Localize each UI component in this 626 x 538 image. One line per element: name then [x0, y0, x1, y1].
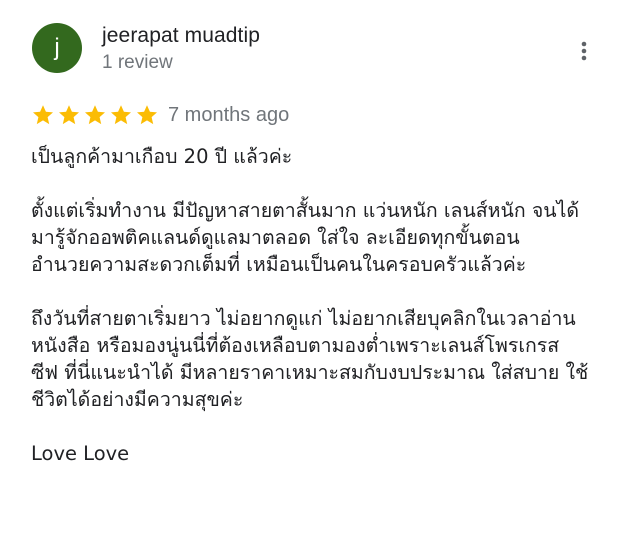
star-icon	[59, 105, 79, 125]
review-line: เป็นลูกค้ามาเกือบ 20 ปี แล้วค่ะ	[31, 145, 293, 168]
star-icon	[85, 105, 105, 125]
review-card: j jeerapat muadtip 1 review 7 months ago…	[0, 0, 626, 538]
star-rating	[31, 103, 159, 127]
star-icon	[111, 105, 131, 125]
reviewer-name[interactable]: jeerapat muadtip	[102, 24, 260, 48]
review-paragraph: ถึงวันที่สายตาเริ่มยาว ไม่อยากดูแก่ ไม่อ…	[31, 305, 616, 413]
review-paragraph: ตั้งแต่เริ่มทำงาน มีปัญหาสายตาสั้นมาก แว…	[31, 197, 616, 278]
more-options-button[interactable]	[568, 34, 600, 68]
review-paragraph: Love Love	[31, 440, 616, 467]
review-text: เป็นลูกค้ามาเกือบ 20 ปี แล้วค่ะตั้งแต่เร…	[31, 143, 616, 494]
review-line: มารู้จักออพติคแลนด์ดูแลมาตลอด ใส่ใจ ละเอ…	[31, 226, 520, 249]
review-date: 7 months ago	[168, 104, 290, 126]
star-icon	[33, 105, 53, 125]
review-line: ชีวิตได้อย่างมีความสุขค่ะ	[31, 388, 244, 411]
review-line: ถึงวันที่สายตาเริ่มยาว ไม่อยากดูแก่ ไม่อ…	[31, 307, 576, 330]
review-count: 1 review	[102, 52, 173, 73]
avatar[interactable]: j	[32, 23, 82, 73]
review-line: อำนวยความสะดวกเต็มที่ เหมือนเป็นคนในครอบ…	[31, 253, 527, 276]
star-icon	[137, 105, 157, 125]
more-vert-icon	[581, 41, 587, 61]
review-line: Love Love	[31, 442, 130, 465]
review-paragraph: เป็นลูกค้ามาเกือบ 20 ปี แล้วค่ะ	[31, 143, 616, 170]
review-line: ซีฟ ที่นี่แนะนำได้ มีหลายราคาเหมาะสมกับง…	[31, 361, 589, 384]
avatar-initial: j	[54, 34, 60, 61]
review-line: ตั้งแต่เริ่มทำงาน มีปัญหาสายตาสั้นมาก แว…	[31, 199, 580, 222]
review-line: หนังสือ หรือมองนู่นนี่ที่ต้องเหลือบตามอง…	[31, 334, 560, 357]
